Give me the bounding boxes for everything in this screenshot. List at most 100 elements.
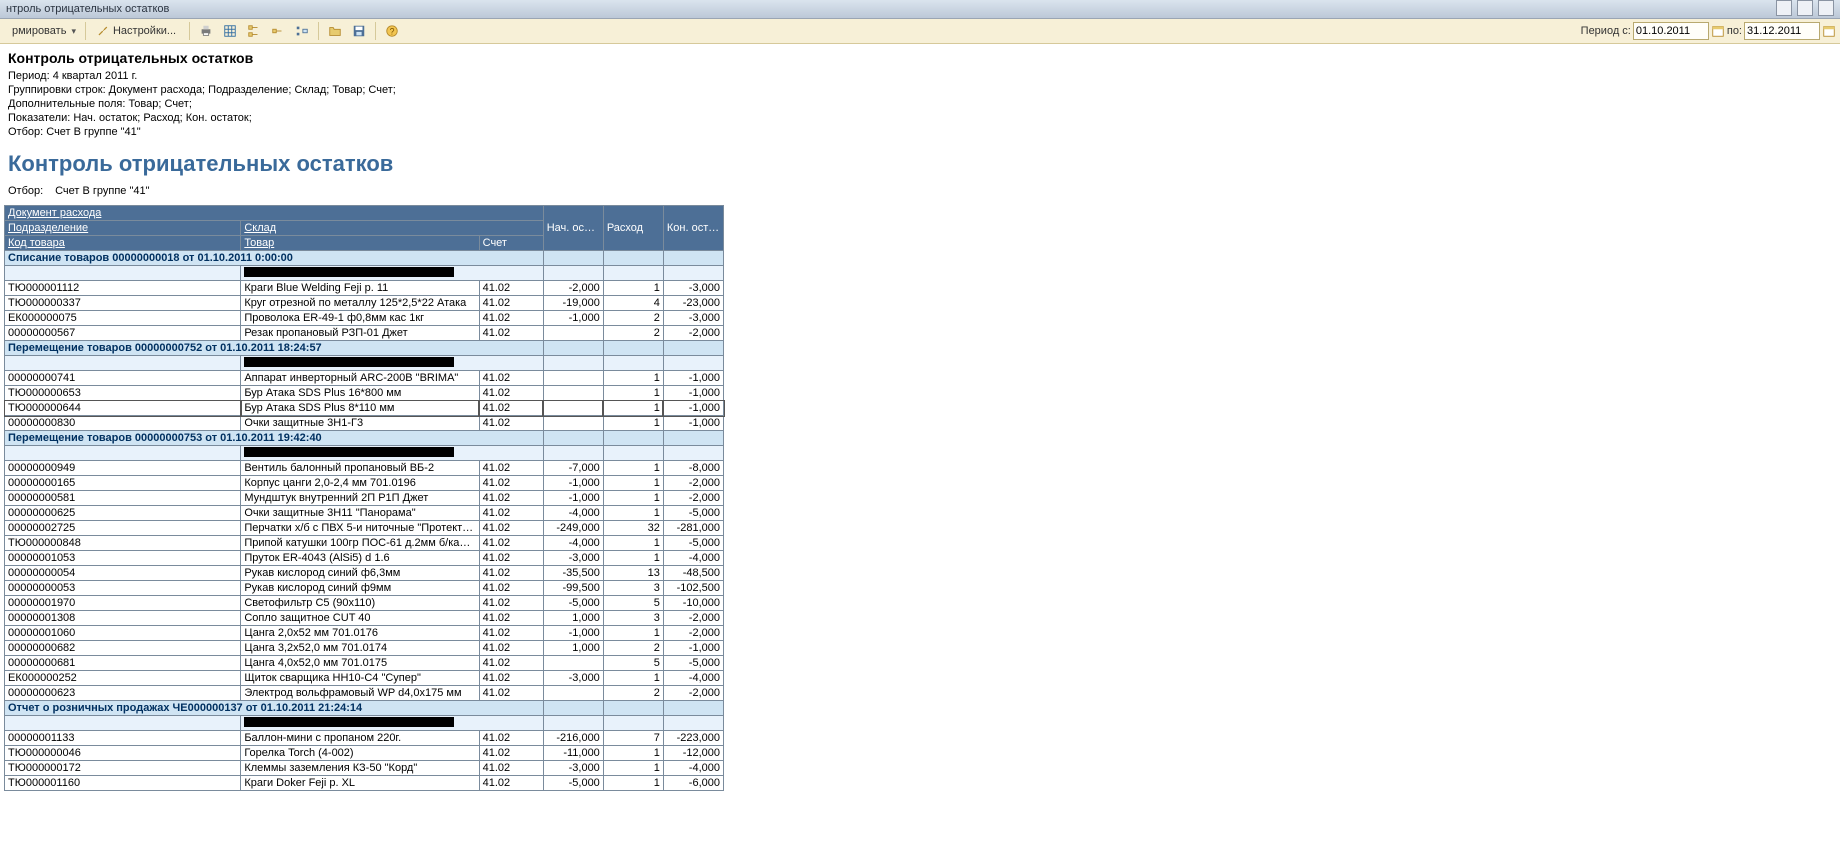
cell-end: -10,000 [663,596,723,611]
subdivision-row[interactable] [5,356,724,371]
cell-start [543,401,603,416]
table-row[interactable]: 00000001053Пруток ER-4043 (AlSi5) d 1.64… [5,551,724,566]
cell-end: -1,000 [663,386,723,401]
group-row[interactable]: Перемещение товаров 00000000752 от 01.10… [5,341,724,356]
cell-code: 00000001970 [5,596,241,611]
period-from-input[interactable] [1633,22,1709,40]
help-button[interactable]: ? [381,21,403,41]
table-row[interactable]: 00000000581Мундштук внутренний 2П Р1П Дж… [5,491,724,506]
table-row[interactable]: 00000000681Цанга 4,0x52,0 мм 701.017541.… [5,656,724,671]
save-button[interactable] [348,21,370,41]
print-button[interactable] [195,21,217,41]
table-row[interactable]: 00000000741Аппарат инверторный ARC-200B … [5,371,724,386]
col-account[interactable]: Счет [479,236,543,251]
table-row[interactable]: ТЮ000000337Круг отрезной по металлу 125*… [5,296,724,311]
cell-start: -99,500 [543,581,603,596]
tree-collapse-button[interactable] [267,21,289,41]
table-row[interactable]: ТЮ000001112Краги Blue Welding Feji р. 11… [5,281,724,296]
col-end[interactable]: Кон. остаток [663,206,723,251]
table-row[interactable]: 00000000053Рукав кислород синий ф9мм41.0… [5,581,724,596]
table-row[interactable]: ТЮ000000653Бур Атака SDS Plus 16*800 мм4… [5,386,724,401]
col-department[interactable]: Подразделение [5,221,241,236]
table-row[interactable]: 00000001970Светофильтр C5 (90х110)41.02-… [5,596,724,611]
col-product[interactable]: Товар [241,236,479,251]
table-row[interactable]: ЕК000000252Щиток сварщика НН10-С4 "Супер… [5,671,724,686]
calendar-icon[interactable] [1711,24,1725,38]
table-row[interactable]: 00000001133Баллон-мини с пропаном 220г.4… [5,731,724,746]
cell-account: 41.02 [479,371,543,386]
cell-code: 00000000567 [5,326,241,341]
cell-end: -5,000 [663,656,723,671]
group-row[interactable]: Отчет о розничных продажах ЧЕ000000137 о… [5,701,724,716]
cell-product: Бур Атака SDS Plus 8*110 мм [241,401,479,416]
tree-expand-button[interactable] [243,21,265,41]
cell-code: ЕК000000252 [5,671,241,686]
redacted-bar [244,447,454,457]
open-button[interactable] [324,21,346,41]
group-row[interactable]: Перемещение товаров 00000000753 от 01.10… [5,431,724,446]
cell-account: 41.02 [479,311,543,326]
table-row[interactable]: 00000000625Очки защитные 3Н11 "Панорама"… [5,506,724,521]
table-row[interactable]: ЕК000000075Проволока ER-49-1 ф0,8мм кас … [5,311,724,326]
cell-end: -281,000 [663,521,723,536]
maximize-icon[interactable] [1797,0,1813,16]
cell-end: -102,500 [663,581,723,596]
cell-code: ТЮ000001112 [5,281,241,296]
cell-code: 00000000949 [5,461,241,476]
cell-product: Припой катушки 100гр ПОС-61 д.2мм б/кани… [241,536,479,551]
table-row[interactable]: 00000000054Рукав кислород синий ф6,3мм41… [5,566,724,581]
subdivision-row[interactable] [5,446,724,461]
table-row[interactable]: ТЮ000000644Бур Атака SDS Plus 8*110 мм41… [5,401,724,416]
cell-consumption: 1 [603,476,663,491]
cell-account: 41.02 [479,626,543,641]
toolbar-separator [318,22,319,40]
cell-end: -2,000 [663,326,723,341]
cell-start: -3,000 [543,761,603,776]
subdivision-row[interactable] [5,266,724,281]
col-start[interactable]: Нач. остаток [543,206,603,251]
cell-start [543,386,603,401]
cell-product: Баллон-мини с пропаном 220г. [241,731,479,746]
structure-button[interactable] [291,21,313,41]
table-row[interactable]: 00000002725Перчатки х/б с ПВХ 5-и ниточн… [5,521,724,536]
subdivision-row[interactable] [5,716,724,731]
cell-account: 41.02 [479,536,543,551]
table-row[interactable]: ТЮ000000172Клеммы заземления КЗ-50 "Корд… [5,761,724,776]
group-row[interactable]: Списание товаров 00000000018 от 01.10.20… [5,251,724,266]
cell-end: -2,000 [663,611,723,626]
close-icon[interactable] [1818,0,1834,16]
cell-end: -4,000 [663,671,723,686]
cell-product: Вентиль балонный пропановый ВБ-2 [241,461,479,476]
col-consumption[interactable]: Расход [603,206,663,251]
cell-end: -1,000 [663,416,723,431]
table-row[interactable]: 00000000165Корпус цанги 2,0-2,4 мм 701.0… [5,476,724,491]
table-row[interactable]: 00000000623Электрод вольфрамовый WP d4,0… [5,686,724,701]
col-store[interactable]: Склад [241,221,543,236]
calendar-icon[interactable] [1822,24,1836,38]
cell-product: Цанга 3,2x52,0 мм 701.0174 [241,641,479,656]
table-row[interactable]: ТЮ000001160Краги Doker Feji р. XL41.02-5… [5,776,724,791]
table-row[interactable]: 00000000949Вентиль балонный пропановый В… [5,461,724,476]
minimize-icon[interactable] [1776,0,1792,16]
cell-start: -5,000 [543,596,603,611]
cell-account: 41.02 [479,401,543,416]
table-row[interactable]: 00000000830Очки защитные 3Н1-Г341.021-1,… [5,416,724,431]
cell-product: Проволока ER-49-1 ф0,8мм кас 1кг [241,311,479,326]
col-document[interactable]: Документ расхода [5,206,544,221]
table-row[interactable]: 00000001308Сопло защитное CUT 4041.021,0… [5,611,724,626]
settings-button[interactable]: Настройки... [91,21,184,41]
cell-end: -1,000 [663,371,723,386]
cell-account: 41.02 [479,551,543,566]
grid-button[interactable] [219,21,241,41]
cell-consumption: 1 [603,536,663,551]
col-code[interactable]: Код товара [5,236,241,251]
table-row[interactable]: ТЮ000000848Припой катушки 100гр ПОС-61 д… [5,536,724,551]
report-body[interactable]: Контроль отрицательных остатков Период: … [0,44,1840,842]
cell-code: 00000001053 [5,551,241,566]
form-button[interactable]: рмировать ▾ [4,21,80,41]
table-row[interactable]: 00000000567Резак пропановый РЗП-01 Джет4… [5,326,724,341]
table-row[interactable]: 00000000682Цанга 3,2x52,0 мм 701.017441.… [5,641,724,656]
table-row[interactable]: 00000001060Цанга 2,0x52 мм 701.017641.02… [5,626,724,641]
period-to-input[interactable] [1744,22,1820,40]
table-row[interactable]: ТЮ000000046Горелка Torch (4-002)41.02-11… [5,746,724,761]
